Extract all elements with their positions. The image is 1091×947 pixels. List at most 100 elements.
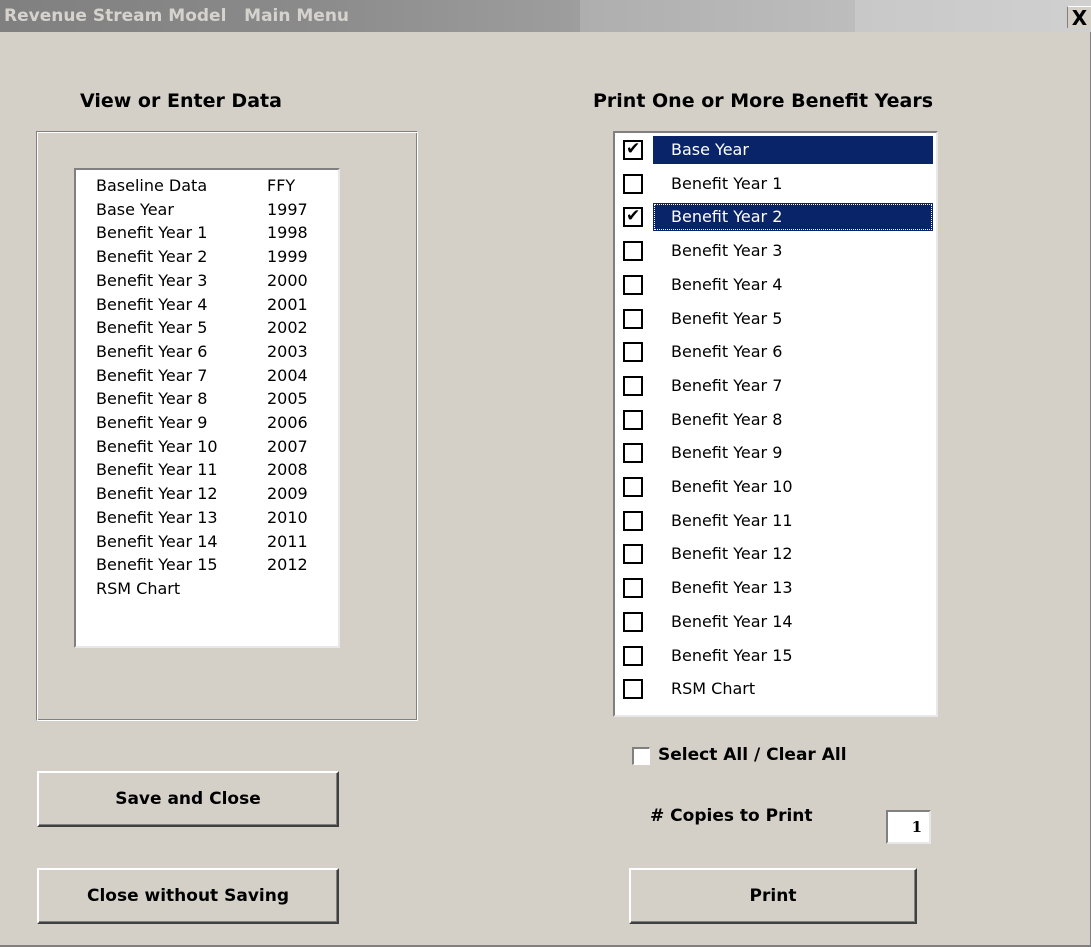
data-list-item-name: RSM Chart	[96, 578, 181, 598]
print-item-label: Base Year	[653, 136, 933, 164]
data-list-item-year: 2011	[267, 531, 308, 551]
data-list-item-year: 2009	[267, 484, 308, 504]
data-list-item-name: Benefit Year 2	[96, 247, 208, 267]
data-list-item-year: 2007	[267, 436, 308, 456]
select-all-box[interactable]	[632, 747, 650, 765]
view-data-listbox[interactable]: Baseline Data FFY Base Year 1997 Benefit Yea…	[74, 168, 340, 648]
print-item-label: Benefit Year 12	[671, 544, 793, 564]
data-list-item-year: 2006	[267, 413, 308, 432]
print-item-checkbox[interactable]	[623, 342, 643, 363]
print-years-listbox[interactable]: ✔ Base Year Benefit Year 1 ✔ Benefit Year 2 B…	[613, 131, 938, 717]
print-list-item[interactable]: Benefit Year 5	[621, 305, 935, 331]
data-list-item-year: 2010	[267, 507, 308, 527]
print-item-label: Benefit Year 9	[671, 443, 783, 463]
data-list-item-year: 2008	[267, 460, 308, 480]
print-item-label: Benefit Year 8	[671, 409, 783, 429]
data-list-item-name: Benefit Year 3	[96, 270, 208, 290]
data-list-item-year: 1998	[267, 223, 308, 243]
print-item-label: Benefit Year 6	[671, 342, 783, 362]
print-list-item[interactable]: Benefit Year 1	[621, 170, 935, 196]
data-list-item-year: 2004	[267, 365, 308, 385]
data-list-item-year: 2003	[267, 341, 308, 361]
data-list-item-name: Benefit Year 12	[96, 484, 218, 504]
print-list-item[interactable]: Benefit Year 13	[621, 574, 935, 600]
print-list-item[interactable]: Benefit Year 12	[621, 540, 935, 566]
print-item-checkbox[interactable]	[623, 274, 643, 295]
print-item-checkbox[interactable]	[623, 645, 643, 666]
print-item-checkbox[interactable]	[623, 308, 643, 329]
save-and-close-button[interactable]: Save and Close	[37, 771, 339, 827]
checkmark-icon: ✔	[626, 206, 641, 227]
print-item-checkbox[interactable]	[623, 578, 643, 599]
print-item-label: Benefit Year 13	[671, 578, 793, 598]
print-item-label: Benefit Year 11	[671, 510, 793, 530]
print-list-item[interactable]: Benefit Year 11	[621, 507, 935, 533]
data-list-item-name: Baseline Data	[96, 176, 208, 195]
main-menu-dialog: Revenue Stream Model Main Menu X View or…	[0, 0, 1091, 947]
view-data-heading: View or Enter Data	[80, 90, 282, 112]
checkmark-icon: ✔	[626, 139, 641, 159]
print-item-label: Benefit Year 7	[671, 375, 783, 395]
print-list-item[interactable]: Benefit Year 7	[621, 372, 935, 398]
print-item-checkbox[interactable]	[623, 544, 643, 565]
data-list-item-year: 2012	[267, 555, 308, 575]
copies-label: # Copies to Print	[650, 806, 813, 826]
print-list-item[interactable]: Benefit Year 10	[621, 473, 935, 499]
print-item-checkbox[interactable]	[623, 477, 643, 497]
data-list-item-year: 2000	[267, 270, 308, 290]
print-item-checkbox[interactable]: ✔	[623, 206, 643, 228]
print-item-label: Benefit Year 2	[653, 203, 933, 232]
data-list-item-name: Benefit Year 1	[96, 223, 208, 243]
data-list-item-name: Benefit Year 10	[96, 436, 218, 456]
print-item-label: Benefit Year 14	[671, 611, 793, 631]
print-list-item[interactable]: Benefit Year 15	[621, 642, 935, 668]
print-item-checkbox[interactable]: ✔	[623, 139, 643, 160]
data-list-item-year: 1997	[267, 199, 308, 219]
data-list-item-name: Benefit Year 5	[96, 318, 208, 338]
print-item-label: Benefit Year 3	[671, 241, 783, 261]
data-list-item-year: 2002	[267, 318, 308, 338]
close-without-saving-button[interactable]: Close without Saving	[37, 868, 339, 924]
data-list-item-name: Benefit Year 11	[96, 460, 218, 480]
select-all-label: Select All / Clear All	[658, 745, 847, 765]
data-list-item-year: 2005	[267, 389, 308, 409]
print-list-item[interactable]: Benefit Year 3	[621, 237, 935, 263]
print-item-checkbox[interactable]	[623, 173, 643, 194]
close-icon[interactable]: X	[1067, 6, 1091, 29]
print-list-item[interactable]: RSM Chart	[621, 675, 935, 701]
print-list-item[interactable]: ✔ Benefit Year 2	[621, 203, 935, 232]
data-list-item-name: Benefit Year 8	[96, 389, 208, 409]
print-item-label: RSM Chart	[671, 679, 756, 699]
print-list-item[interactable]: Benefit Year 14	[621, 608, 935, 634]
print-button[interactable]: Print	[629, 868, 917, 924]
print-item-checkbox[interactable]	[623, 679, 643, 700]
print-item-checkbox[interactable]	[623, 375, 643, 396]
data-list-item-name: Benefit Year 13	[96, 507, 218, 527]
print-item-label: Benefit Year 15	[671, 645, 793, 665]
data-list-item-name: Benefit Year 15	[96, 555, 218, 575]
data-list-item-name: Benefit Year 7	[96, 365, 208, 385]
data-list-item-year: 2001	[267, 294, 308, 314]
data-list-item-name: Base Year	[96, 199, 174, 219]
title-bar[interactable]: Revenue Stream Model Main Menu X	[0, 0, 1091, 32]
print-item-label: Benefit Year 5	[671, 308, 783, 328]
data-list-item-name: Benefit Year 14	[96, 531, 218, 551]
data-list-item-name: Benefit Year 9	[96, 413, 208, 432]
print-item-checkbox[interactable]	[623, 241, 643, 262]
print-list-item[interactable]: Benefit Year 6	[621, 338, 935, 364]
print-item-checkbox[interactable]	[623, 611, 643, 632]
print-list-item[interactable]: Benefit Year 9	[621, 439, 935, 465]
print-years-heading: Print One or More Benefit Years	[593, 90, 934, 112]
print-item-checkbox[interactable]	[623, 510, 643, 531]
print-list-item[interactable]: ✔ Base Year	[621, 136, 935, 164]
data-list-item-name: Benefit Year 4	[96, 294, 208, 314]
print-list-item[interactable]: Benefit Year 8	[621, 406, 935, 432]
print-item-label: Benefit Year 4	[671, 274, 783, 294]
print-item-checkbox[interactable]	[623, 443, 643, 464]
print-item-label: Benefit Year 1	[671, 173, 783, 193]
copies-input[interactable]	[886, 810, 931, 844]
data-list-item-year: FFY	[267, 176, 296, 195]
print-item-checkbox[interactable]	[623, 409, 643, 430]
print-list-item[interactable]: Benefit Year 4	[621, 271, 935, 297]
print-item-label: Benefit Year 10	[671, 477, 793, 496]
